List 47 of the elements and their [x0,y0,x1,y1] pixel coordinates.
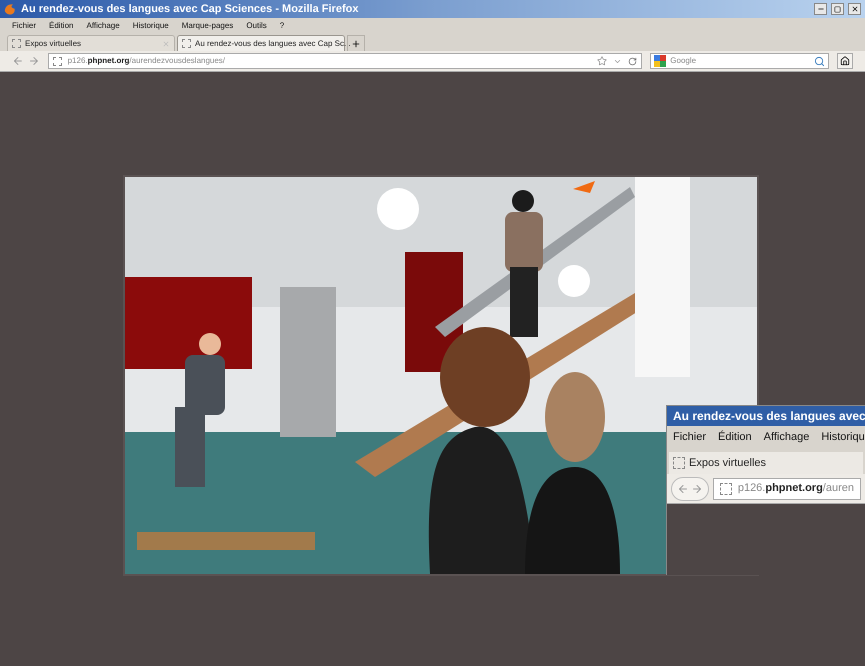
page-icon [52,56,62,66]
page-icon [720,482,732,494]
menu-item[interactable]: Fichier [12,20,36,32]
restore-button[interactable] [831,3,844,15]
search-field[interactable]: Google [650,53,830,69]
menu-item[interactable]: Affichage [764,428,810,446]
tab-label: Expos virtuelles [25,38,82,50]
close-button[interactable] [848,3,861,15]
menu-item[interactable]: ? [280,20,284,32]
page-icon [12,39,21,48]
search-icon[interactable] [814,56,826,66]
menu-item[interactable]: Fichier [673,428,706,446]
url-text: p126.phpnet.org/aurendezvousdeslangues/ [68,55,226,67]
minimize-button[interactable] [814,3,827,15]
address-field[interactable]: p126.phpnet.org/auren [712,478,861,500]
menu-item[interactable]: Édition [49,20,74,32]
back-icon[interactable] [12,55,24,67]
window-title: Au rendez-vous des langues avec [673,408,865,425]
forward-icon [690,482,703,494]
home-icon [840,56,850,66]
menu-item[interactable]: Outils [246,20,267,32]
forward-icon[interactable] [28,55,40,67]
address-field[interactable]: p126.phpnet.org/aurendezvousdeslangues/ [48,53,642,69]
tab-label: Expos virtuelles [689,456,766,471]
menu-item[interactable]: Historique [132,20,169,32]
search-engine-icon [654,55,666,67]
back-button[interactable] [671,476,709,500]
browser-tab[interactable]: Expos virtuelles [7,35,175,51]
reload-icon[interactable] [628,56,638,66]
window-title: Au rendez-vous des langues avec Cap Sciences - Mozilla Firefox [21,2,358,17]
browser-tab[interactable]: Expos virtuelles [669,452,863,474]
menu-item[interactable]: Édition [718,428,752,446]
menu-item[interactable]: Historiqu [821,428,865,446]
close-icon [850,5,858,13]
home-button[interactable] [837,53,853,69]
plus-icon [351,38,361,48]
page-icon [182,39,191,48]
menu-item[interactable]: Affichage [86,20,120,32]
browser-logo-icon [4,2,17,16]
menu-item[interactable]: Marque-pages [182,20,234,32]
search-placeholder: Google [670,55,698,67]
url-text: p126.phpnet.org/auren [738,481,854,496]
page-icon [673,457,685,469]
restore-icon [834,6,841,12]
tab-label: Au rendez-vous des langues avec Cap Sc... [195,38,351,50]
back-icon [676,482,689,494]
star-icon[interactable] [597,56,608,66]
